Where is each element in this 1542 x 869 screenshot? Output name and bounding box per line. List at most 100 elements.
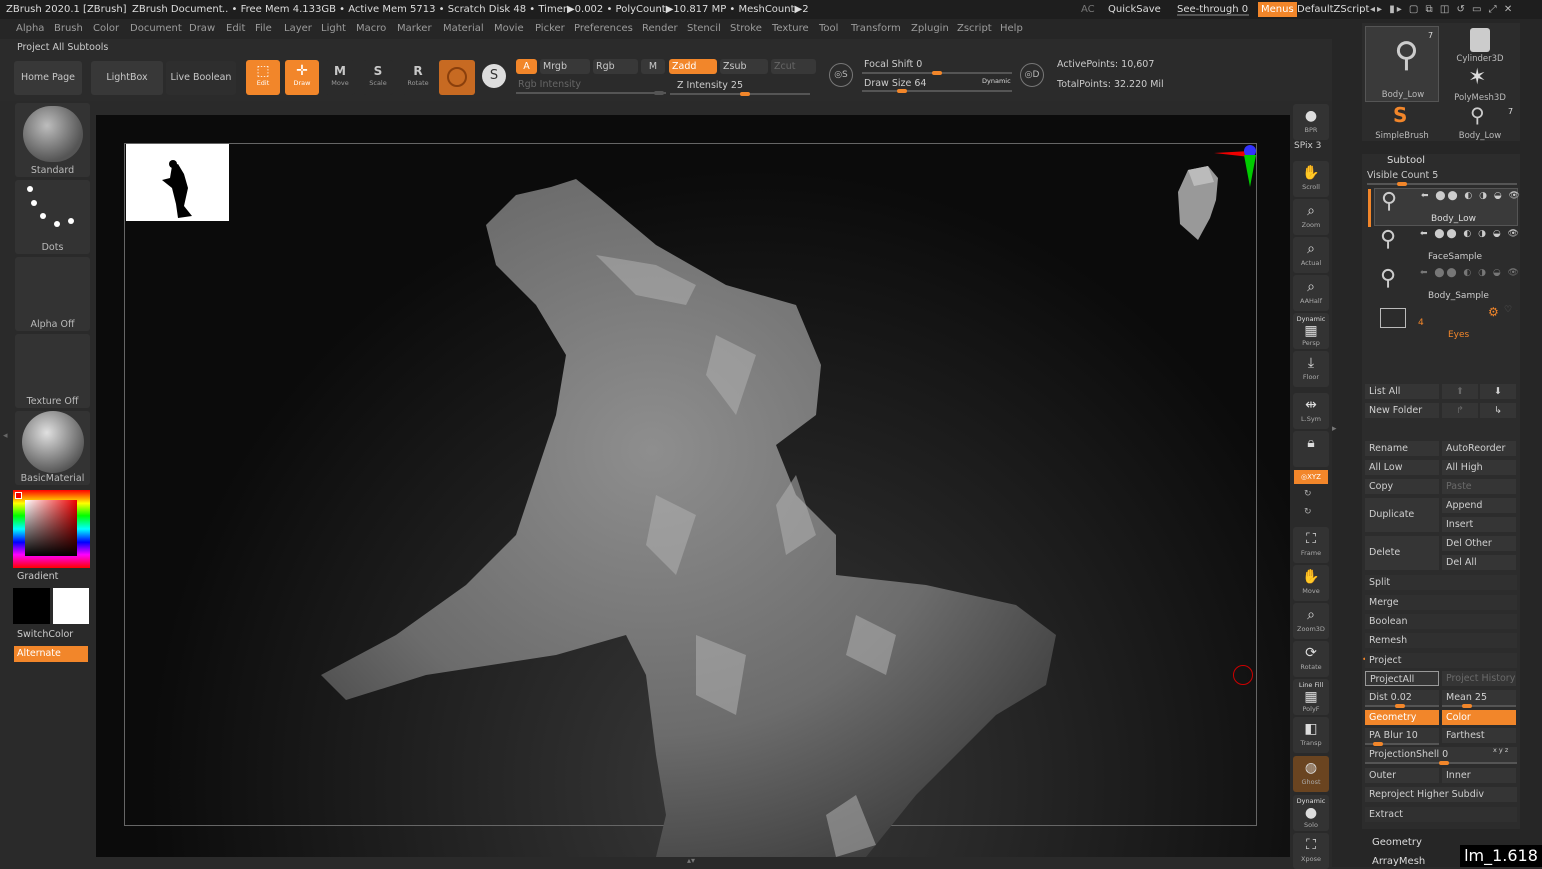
menu-color[interactable]: Color (93, 19, 119, 39)
zadd-button[interactable]: Zadd (669, 59, 717, 74)
draw-size-slider[interactable]: Draw Size 64 (864, 78, 926, 89)
mrgb-button[interactable]: Mrgb (540, 59, 590, 74)
persp-button[interactable]: Dynamic ▦ Persp (1293, 313, 1329, 349)
subtool-item-body-low[interactable]: ⚲ ⬅ ⬤⬤ ◐ ◑ ◒ 👁︎ Body_Low (1374, 188, 1520, 226)
menu-draw[interactable]: Draw (189, 19, 215, 39)
move-down-icon[interactable]: ⬇ (1480, 384, 1516, 399)
lightbox-button[interactable]: LightBox (91, 61, 163, 95)
paste-button[interactable]: Paste (1442, 479, 1516, 494)
pa-blur-slider[interactable]: PA Blur 10 (1365, 728, 1439, 743)
menu-preferences[interactable]: Preferences (574, 19, 633, 39)
all-low-button[interactable]: All Low (1365, 460, 1439, 475)
rotate-z-icon[interactable]: ↻ (1304, 507, 1312, 517)
floor-button[interactable]: ⤓ Floor (1293, 351, 1329, 387)
primary-color-swatch[interactable] (53, 588, 89, 624)
lazy-mouse-icon[interactable]: ◎S (829, 63, 853, 87)
tool-thumb-cylinder3d[interactable]: Cylinder3D (1442, 26, 1518, 64)
z-intensity-track[interactable] (670, 92, 810, 96)
rgb-intensity-slider[interactable]: Rgb Intensity (518, 79, 581, 90)
zoom-button[interactable]: ⌕ Zoom (1293, 199, 1329, 235)
mean-slider[interactable]: Mean 25 (1442, 690, 1516, 705)
texture-picker[interactable]: Texture Off (15, 334, 90, 408)
actual-button[interactable]: ⌕ Actual (1293, 237, 1329, 273)
menu-movie[interactable]: Movie (494, 19, 524, 39)
menu-edit[interactable]: Edit (226, 19, 245, 39)
solo-button[interactable]: Dynamic ● Solo (1293, 795, 1329, 831)
rename-button[interactable]: Rename (1365, 441, 1439, 456)
edit-mode-button[interactable]: ⬚ Edit (246, 60, 280, 95)
menu-marker[interactable]: Marker (397, 19, 432, 39)
menu-render[interactable]: Render (642, 19, 678, 39)
subtool-item-facesample[interactable]: ⚲ ⬅ ⬤⬤ ◐ ◑ ◒ 👁︎ FaceSample (1374, 227, 1521, 265)
geometry-toggle[interactable]: Geometry (1365, 710, 1439, 725)
rgb-intensity-track[interactable] (516, 91, 666, 95)
alpha-picker[interactable]: Alpha Off (15, 257, 90, 331)
axis-gizmo-icon[interactable] (1210, 145, 1258, 191)
live-boolean-button[interactable]: Live Boolean (166, 61, 236, 95)
projectall-button[interactable]: ProjectAll (1365, 671, 1439, 686)
boolean-button[interactable]: Boolean (1365, 614, 1517, 629)
pa-blur-track[interactable] (1365, 742, 1439, 746)
stroke-picker[interactable]: Dots (15, 180, 90, 254)
focal-shift-slider[interactable]: Focal Shift 0 (864, 59, 922, 70)
append-button[interactable]: Append (1442, 498, 1516, 513)
focal-shift-track[interactable] (862, 71, 1012, 75)
left-tray-handle-icon[interactable]: ◂ (3, 431, 9, 445)
draw-size-track[interactable] (862, 89, 1012, 93)
insert-button[interactable]: Insert (1442, 517, 1516, 532)
reproject-higher-subdiv-button[interactable]: Reproject Higher Subdiv (1365, 787, 1517, 802)
outer-toggle[interactable]: Outer (1365, 768, 1439, 783)
m-button[interactable]: M (641, 59, 665, 74)
material-picker[interactable]: BasicMaterial (15, 411, 90, 485)
move-down-folder-icon[interactable]: ↳ (1480, 403, 1516, 418)
menu-transform[interactable]: Transform (851, 19, 901, 39)
subtool-folder-eyes[interactable]: 4 Eyes ⚙ ♡ (1374, 305, 1518, 343)
split-button[interactable]: Split (1365, 575, 1517, 590)
lock-button[interactable]: 🔒︎ (1293, 431, 1329, 467)
projection-shell-axes[interactable]: x y z (1493, 746, 1508, 754)
move-up-folder-icon[interactable]: ↱ (1442, 403, 1478, 418)
folder-visibility-icon[interactable]: ♡ (1504, 305, 1512, 315)
project-subpalette[interactable]: Project (1365, 653, 1517, 668)
new-folder-button[interactable]: New Folder (1365, 403, 1439, 418)
subtool-title[interactable]: Subtool (1387, 155, 1425, 166)
tool-thumb-body-low[interactable]: ⚲ 7 Body_Low (1365, 26, 1439, 102)
window-controls[interactable]: ◂▸ ▮▸ ▢ ⧉ ◫ ↺ ▭ ⤢ ✕ (1370, 0, 1514, 19)
all-high-button[interactable]: All High (1442, 460, 1516, 475)
menu-tool[interactable]: Tool (819, 19, 838, 39)
material-swatch-button[interactable] (439, 60, 475, 95)
brush-type-icon[interactable]: S (482, 64, 506, 88)
document-canvas[interactable] (96, 115, 1290, 857)
subtool-item-body-sample[interactable]: ⚲ ⬅ ⬤⬤ ◐ ◑ ◒ 👁︎ Body_Sample (1374, 266, 1521, 304)
bpr-button[interactable]: ● BPR (1293, 104, 1329, 140)
subtool-toggles-icon[interactable]: ⬅ ⬤⬤ ◐ ◑ ◒ 👁︎ (1421, 191, 1522, 201)
move-up-icon[interactable]: ⬆ (1442, 384, 1478, 399)
menu-macro[interactable]: Macro (356, 19, 386, 39)
frame-button[interactable]: ⛶ Frame (1293, 527, 1329, 563)
scale-mode-button[interactable]: S Scale (363, 60, 393, 95)
rotate-y-icon[interactable]: ↻ (1304, 489, 1312, 499)
extract-subpalette[interactable]: Extract (1365, 807, 1517, 822)
folder-gear-icon[interactable]: ⚙ (1488, 305, 1499, 319)
visible-count-slider[interactable]: Visible Count 5 (1367, 170, 1438, 181)
subtool-toggles-icon[interactable]: ⬅ ⬤⬤ ◐ ◑ ◒ 👁︎ (1420, 229, 1521, 239)
dynamic-mode-icon[interactable]: ◎D (1020, 63, 1044, 87)
move-mode-button[interactable]: M Move (325, 60, 355, 95)
subtool-toggles-icon[interactable]: ⬅ ⬤⬤ ◐ ◑ ◒ 👁︎ (1420, 268, 1521, 278)
quicksave-button[interactable]: QuickSave (1108, 0, 1161, 19)
menu-file[interactable]: File (255, 19, 272, 39)
merge-button[interactable]: Merge (1365, 595, 1517, 610)
list-all-button[interactable]: List All (1365, 384, 1439, 399)
move-view-button[interactable]: ✋ Move (1293, 565, 1329, 601)
visible-count-track[interactable] (1367, 182, 1517, 186)
gradient-toggle[interactable]: Gradient (17, 571, 58, 582)
rotate-view-button[interactable]: ⟳ Rotate (1293, 641, 1329, 677)
secondary-color-swatch[interactable] (13, 588, 50, 624)
polyf-button[interactable]: Line Fill ▦ PolyF (1293, 679, 1329, 715)
home-page-button[interactable]: Home Page (14, 61, 82, 95)
draw-mode-button[interactable]: ✛ Draw (285, 60, 319, 95)
geometry-palette[interactable]: Geometry (1372, 837, 1422, 848)
aahalf-button[interactable]: ⌕ AAHalf (1293, 275, 1329, 311)
bottom-tray-handle-icon[interactable]: ▴▾ (641, 857, 741, 865)
menu-stroke[interactable]: Stroke (730, 19, 762, 39)
